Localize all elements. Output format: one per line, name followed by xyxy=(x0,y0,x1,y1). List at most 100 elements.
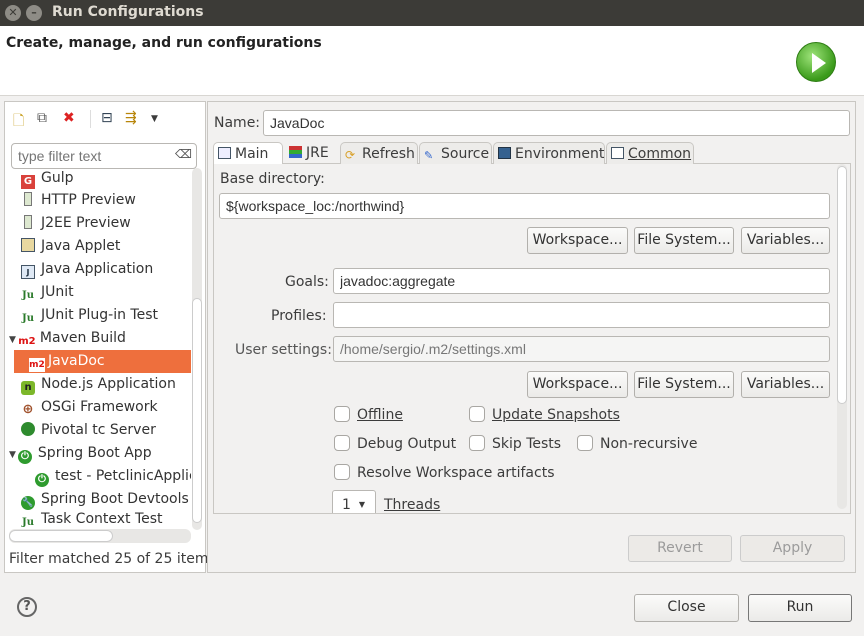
dialog-subtitle: Create, manage, and run configurations xyxy=(6,35,322,51)
server-icon xyxy=(24,215,32,229)
tree-item-spring-boot-app[interactable]: ▼ ⏻ Spring Boot App xyxy=(9,442,152,465)
run-icon xyxy=(796,42,836,82)
tree-item-task-context-test[interactable]: Ju Task Context Test xyxy=(21,508,163,528)
tree-item-gulp[interactable]: G Gulp xyxy=(21,170,74,190)
common-icon xyxy=(611,147,624,159)
tree-item-nodejs-application[interactable]: n Node.js Application xyxy=(21,373,176,396)
scrollbar-thumb[interactable] xyxy=(837,166,847,404)
expanded-arrow-icon[interactable]: ▼ xyxy=(9,450,16,460)
source-icon: ✎ xyxy=(424,149,434,162)
filter-status: Filter matched 25 of 25 items xyxy=(9,551,216,567)
offline-checkbox[interactable]: Offline xyxy=(334,406,403,423)
profiles-input[interactable] xyxy=(333,302,830,328)
tab-bar: Main JRE ⟳ Refresh ✎ Source Environment Co… xyxy=(213,142,851,165)
spring-boot-icon: ⏻ xyxy=(17,450,32,464)
main-tab-icon xyxy=(218,147,231,159)
maven-icon: m2 xyxy=(29,358,45,372)
osgi-icon: ⊕ xyxy=(22,402,34,417)
nodejs-icon: n xyxy=(21,381,35,395)
tree-item-java-application[interactable]: J Java Application xyxy=(21,258,153,281)
threads-label: Threads xyxy=(384,497,441,513)
skip-tests-checkbox[interactable]: Skip Tests xyxy=(469,435,561,452)
pivotal-icon xyxy=(21,422,35,436)
java-application-icon: J xyxy=(21,265,35,279)
non-recursive-checkbox[interactable]: Non-recursive xyxy=(577,435,697,452)
close-button[interactable]: Close xyxy=(634,594,739,622)
tree-item-junit-plugin-test[interactable]: Ju JUnit Plug-in Test xyxy=(21,304,158,327)
window-title: Run Configurations xyxy=(52,4,204,20)
server-icon xyxy=(24,192,32,206)
tree-item-osgi-framework[interactable]: ⊕ OSGi Framework xyxy=(21,396,158,419)
tree-item-j2ee-preview[interactable]: J2EE Preview xyxy=(21,212,131,235)
task-context-icon: Ju xyxy=(21,517,34,528)
goals-label: Goals: xyxy=(285,274,329,290)
main-tab-panel: Base directory: Workspace... File System… xyxy=(213,164,851,514)
chevron-down-icon[interactable]: ▼ xyxy=(151,114,158,124)
title-bar: ✕ – Run Configurations xyxy=(0,0,864,26)
tab-environment[interactable]: Environment xyxy=(493,142,605,164)
toolbar-divider xyxy=(90,110,91,128)
configuration-tree: G Gulp HTTP Preview J2EE Preview Java App… xyxy=(9,170,191,528)
minimize-window-icon[interactable]: – xyxy=(26,5,42,21)
scrollbar-thumb[interactable] xyxy=(192,298,202,523)
java-applet-icon xyxy=(21,238,35,252)
spring-boot-icon: ⏻ xyxy=(35,473,49,487)
junit-icon: Ju xyxy=(21,290,34,301)
workspace-button-2[interactable]: Workspace... xyxy=(527,371,628,398)
name-input[interactable] xyxy=(263,110,850,136)
delete-icon[interactable]: ✖ xyxy=(63,110,75,126)
filter-input[interactable] xyxy=(11,143,197,169)
clear-filter-icon[interactable]: ⌫ xyxy=(175,147,192,161)
tree-horizontal-scrollbar[interactable] xyxy=(9,529,191,543)
base-directory-input[interactable] xyxy=(219,193,830,219)
duplicate-icon[interactable]: ⧉ xyxy=(37,110,47,126)
filter-icon[interactable]: ⇶ xyxy=(125,110,137,126)
file-system-button-2[interactable]: File System... xyxy=(634,371,734,398)
junit-plugin-icon: Ju xyxy=(21,313,34,324)
name-label: Name: xyxy=(214,115,261,131)
jre-icon xyxy=(289,146,302,158)
maven-icon: m2 xyxy=(18,336,36,347)
tree-item-pivotal-tc-server[interactable]: Pivotal tc Server xyxy=(21,419,156,442)
tree-item-javadoc[interactable]: m2 JavaDoc xyxy=(14,350,191,373)
tab-main[interactable]: Main xyxy=(213,142,283,165)
tree-vertical-scrollbar[interactable] xyxy=(192,168,202,530)
apply-button[interactable]: Apply xyxy=(740,535,845,562)
resolve-workspace-artifacts-checkbox[interactable]: Resolve Workspace artifacts xyxy=(334,464,554,481)
variables-button-2[interactable]: Variables... xyxy=(741,371,830,398)
tab-common[interactable]: Common xyxy=(606,142,694,164)
tree-item-http-preview[interactable]: HTTP Preview xyxy=(21,189,136,212)
user-settings-label: User settings: xyxy=(235,342,332,358)
update-snapshots-checkbox[interactable]: Update Snapshots xyxy=(469,406,620,423)
close-window-icon[interactable]: ✕ xyxy=(5,5,21,21)
file-system-button[interactable]: File System... xyxy=(634,227,734,254)
tree-item-test-petclinic[interactable]: ⏻test - PetclinicApplication xyxy=(35,465,191,488)
new-configuration-icon[interactable]: 🗋 xyxy=(13,110,24,134)
scrollbar-thumb[interactable] xyxy=(9,530,113,542)
tree-item-junit[interactable]: Ju JUnit xyxy=(21,281,74,304)
configuration-editor: Name: Main JRE ⟳Refresh ✎Source Environm… xyxy=(207,101,856,573)
help-icon[interactable]: ? xyxy=(17,597,37,617)
panel-vertical-scrollbar[interactable] xyxy=(837,164,847,509)
tree-item-java-applet[interactable]: Java Applet xyxy=(21,235,120,258)
user-settings-input[interactable] xyxy=(333,336,830,362)
collapse-all-icon[interactable]: ⊟ xyxy=(101,110,113,126)
tab-refresh[interactable]: ⟳ Refresh xyxy=(340,142,418,164)
dialog-header: Create, manage, and run configurations xyxy=(0,26,864,96)
tab-jre[interactable]: JRE xyxy=(285,142,340,164)
workspace-button[interactable]: Workspace... xyxy=(527,227,628,254)
variables-button[interactable]: Variables... xyxy=(741,227,830,254)
chevron-down-icon: ▼ xyxy=(358,500,366,509)
refresh-icon: ⟳ xyxy=(345,148,356,162)
threads-spinner[interactable]: 1 ▼ xyxy=(332,490,376,513)
tab-source[interactable]: ✎ Source xyxy=(419,142,492,164)
run-button[interactable]: Run xyxy=(748,594,852,622)
environment-icon xyxy=(498,147,511,159)
expanded-arrow-icon[interactable]: ▼ xyxy=(9,335,16,345)
base-directory-label: Base directory: xyxy=(220,171,325,187)
tree-item-maven-build[interactable]: ▼ m2 Maven Build xyxy=(9,327,126,350)
debug-output-checkbox[interactable]: Debug Output xyxy=(334,435,456,452)
goals-input[interactable] xyxy=(333,268,830,294)
gulp-icon: G xyxy=(21,175,35,189)
revert-button[interactable]: Revert xyxy=(628,535,732,562)
